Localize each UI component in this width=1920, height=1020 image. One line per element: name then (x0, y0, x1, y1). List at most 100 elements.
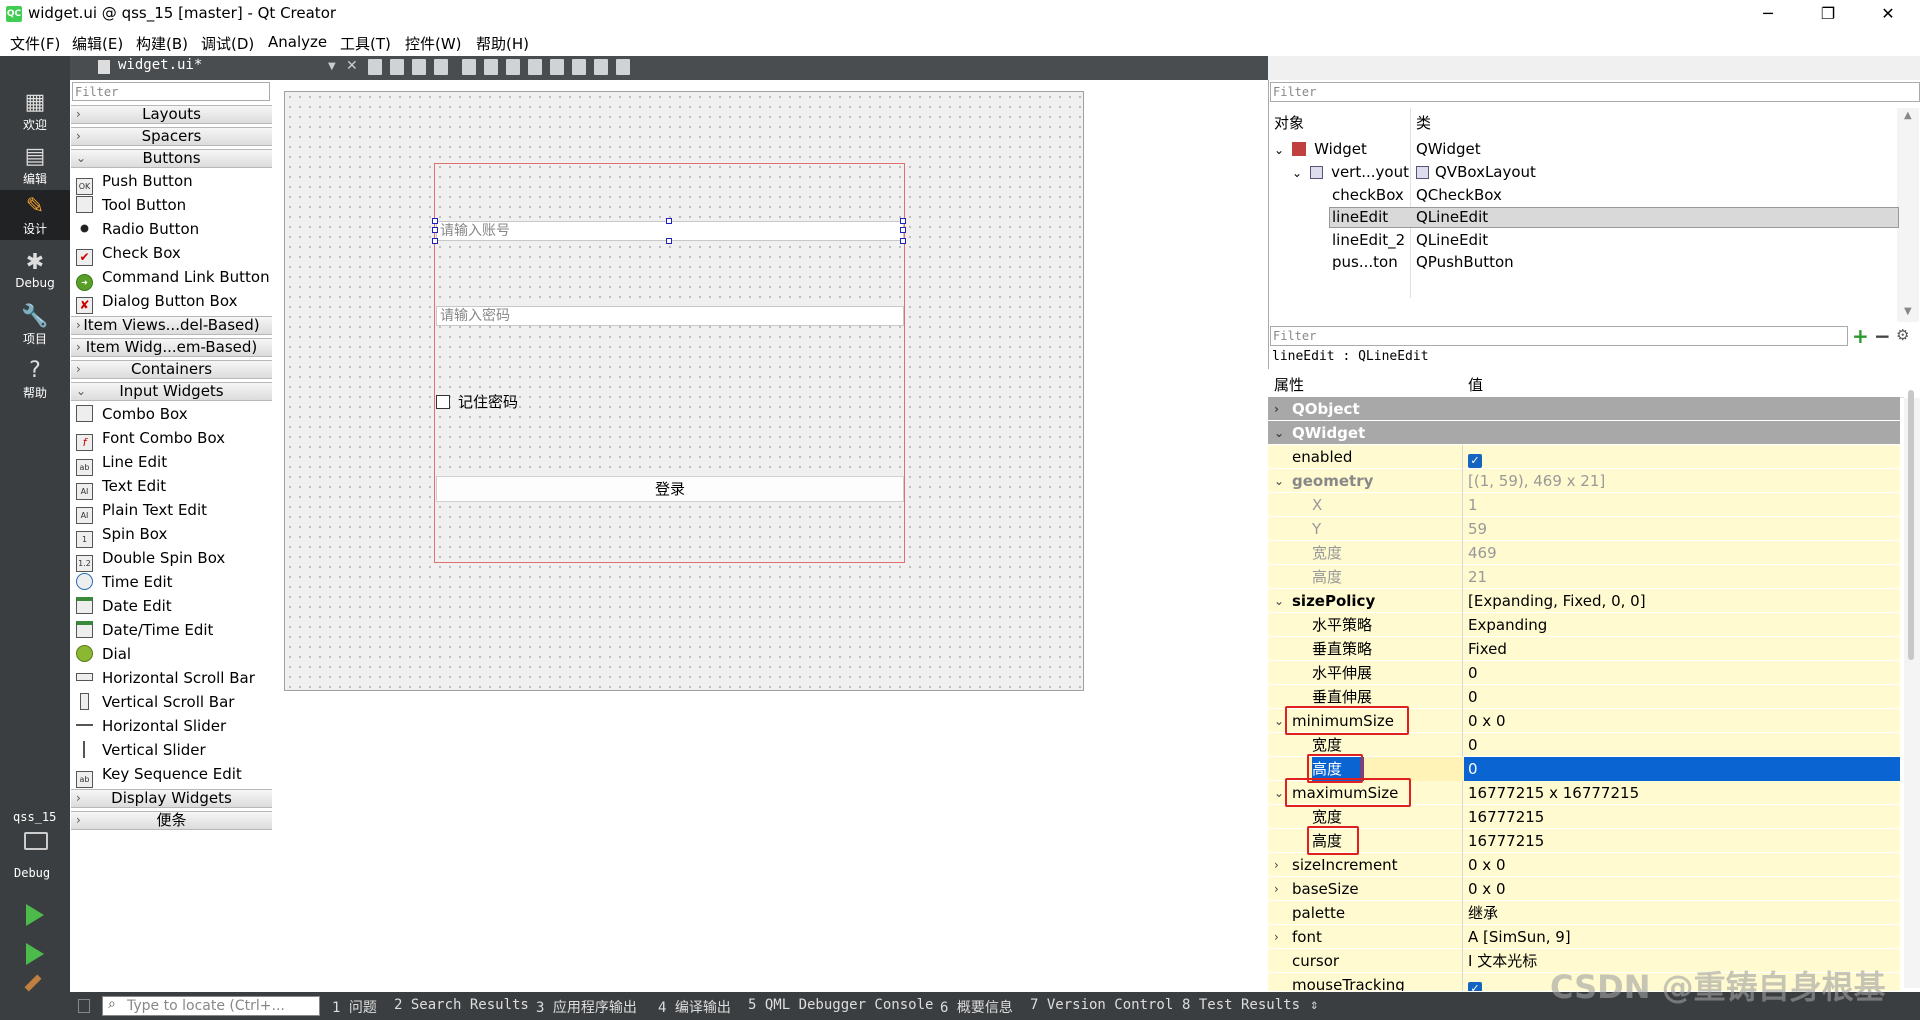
tree-row-lineedit[interactable]: lineEdit (1332, 206, 1388, 228)
property-row-sizepolicy[interactable]: ⌄ sizePolicy [Expanding, Fixed, 0, 0] (1268, 589, 1900, 613)
toggle-sidebar-icon[interactable] (78, 999, 90, 1013)
category-display-widgets[interactable]: › Display Widgets (71, 789, 272, 808)
widget-item-line-edit[interactable]: ab Line Edit (76, 451, 167, 476)
property-row-geometry-y[interactable]: Y 59 (1268, 517, 1900, 541)
break-layout-icon[interactable] (594, 59, 608, 75)
remove-property-icon[interactable]: − (1874, 324, 1891, 348)
output-tab-compile-output[interactable]: 4 编译输出 (658, 997, 731, 1017)
chevron-down-icon[interactable]: ▼ (328, 61, 336, 72)
mode-design[interactable]: ✎ 设计 (0, 190, 70, 240)
mousetracking-checkbox[interactable]: ✓ (1468, 982, 1482, 991)
property-group-qwidget[interactable]: ⌄ QWidget (1268, 421, 1900, 445)
tree-row-widget[interactable]: ⌄ Widget (1274, 138, 1367, 160)
column-header-value[interactable]: 值 (1468, 374, 1483, 395)
property-row-geometry-width[interactable]: 宽度 469 (1268, 541, 1900, 565)
property-row-hpolicy[interactable]: 水平策略 Expanding (1268, 613, 1900, 637)
enabled-checkbox[interactable]: ✓ (1468, 454, 1482, 468)
menu-build[interactable]: 构建(B) (136, 33, 188, 54)
output-tab-test-results[interactable]: 8 Test Results (1182, 997, 1300, 1013)
restore-button[interactable]: ❐ (1800, 0, 1856, 29)
run-icon[interactable] (26, 904, 44, 926)
property-row-geometry-height[interactable]: 高度 21 (1268, 565, 1900, 589)
object-inspector-filter-input[interactable]: Filter (1270, 82, 1920, 102)
property-filter-input[interactable]: Filter (1270, 326, 1848, 346)
selection-handle[interactable] (432, 238, 438, 244)
scrollbar-thumb[interactable] (1908, 390, 1914, 660)
category-item-widgets[interactable]: › Item Widg...em-Based) (71, 338, 272, 357)
add-property-icon[interactable]: + (1852, 324, 1869, 348)
property-row-minimumsize-width[interactable]: 宽度 0 (1268, 733, 1900, 757)
widget-item-vertical-slider[interactable]: Vertical Slider (76, 739, 206, 761)
menu-tools[interactable]: 工具(T) (340, 33, 391, 54)
layout-vertical-icon[interactable] (484, 59, 498, 75)
menu-edit[interactable]: 编辑(E) (72, 33, 123, 54)
property-group-qobject[interactable]: › QObject (1268, 397, 1900, 421)
selection-handle[interactable] (432, 227, 438, 233)
selection-handle[interactable] (900, 227, 906, 233)
widget-item-text-edit[interactable]: AI Text Edit (76, 475, 166, 500)
widget-item-command-link-button[interactable]: ➜ Command Link Button (76, 266, 270, 291)
selected-value-text[interactable]: 0 (1468, 757, 1478, 781)
tree-row-lineedit-2[interactable]: lineEdit_2 (1332, 229, 1405, 251)
menu-help[interactable]: 帮助(H) (476, 33, 529, 54)
layout-v-splitter-icon[interactable] (528, 59, 542, 75)
open-file-tab[interactable]: widget.ui* (118, 57, 202, 73)
property-row-enabled[interactable]: enabled ✓ (1268, 445, 1900, 469)
monitor-icon[interactable] (24, 832, 48, 850)
column-header-property[interactable]: 属性 (1274, 374, 1304, 395)
layout-grid-icon[interactable] (572, 59, 586, 75)
debug-run-icon[interactable] (26, 943, 44, 965)
widget-item-spin-box[interactable]: 1 Spin Box (76, 523, 167, 548)
close-button[interactable]: ✕ (1860, 0, 1916, 29)
property-row-font[interactable]: › font A [SimSun, 9] (1268, 925, 1900, 949)
menu-debug[interactable]: 调试(D) (201, 33, 254, 54)
adjust-size-icon[interactable] (616, 59, 630, 75)
selection-handle[interactable] (900, 238, 906, 244)
widget-item-date-edit[interactable]: Date Edit (76, 595, 172, 617)
edit-signals-icon[interactable] (390, 59, 404, 75)
widget-item-dialog-button-box[interactable]: ✘ Dialog Button Box (76, 290, 237, 314)
output-tab-version-control[interactable]: 7 Version Control (1030, 997, 1173, 1013)
edit-buddies-icon[interactable] (412, 59, 426, 75)
widget-item-double-spin-box[interactable]: 1.2 Double Spin Box (76, 547, 225, 572)
widget-item-vertical-scroll-bar[interactable]: Vertical Scroll Bar (76, 691, 234, 713)
configure-wrench-icon[interactable]: ⚙ (1896, 326, 1909, 344)
category-item-views[interactable]: › Item Views...del-Based) (71, 316, 272, 335)
widget-item-dial[interactable]: Dial (76, 643, 131, 665)
column-header-object[interactable]: 对象 (1274, 112, 1304, 133)
mode-welcome[interactable]: ▦ 欢迎 (0, 86, 70, 138)
mode-edit[interactable]: ▤ 编辑 (0, 140, 70, 192)
mode-projects[interactable]: 🔧 项目 (0, 300, 70, 352)
object-inspector-scrollbar[interactable] (1897, 108, 1919, 322)
property-row-maximumsize-height[interactable]: 高度 16777215 (1268, 829, 1900, 853)
tree-row-pushbutton[interactable]: pus...ton (1332, 251, 1398, 273)
menu-widgets[interactable]: 控件(W) (405, 33, 462, 54)
widget-item-key-sequence-edit[interactable]: ab Key Sequence Edit (76, 763, 242, 788)
locator-input[interactable]: Type to locate (Ctrl+... (102, 996, 320, 1016)
category-containers[interactable]: › Containers (71, 360, 272, 379)
widget-item-radio-button[interactable]: Radio Button (76, 218, 199, 240)
selection-handle[interactable] (900, 218, 906, 224)
edit-tab-order-icon[interactable] (434, 59, 448, 75)
tree-row-vertical-layout[interactable]: ⌄ vert...yout (1292, 161, 1409, 183)
menu-file[interactable]: 文件(F) (10, 33, 60, 54)
layout-horizontal-icon[interactable] (462, 59, 476, 75)
category-input-widgets[interactable]: ⌄ Input Widgets (71, 382, 272, 401)
edit-widgets-icon[interactable] (368, 59, 382, 75)
selection-handle[interactable] (666, 238, 672, 244)
property-row-geometry[interactable]: ⌄ geometry [(1, 59), 469 x 21] (1268, 469, 1900, 493)
column-header-class[interactable]: 类 (1416, 112, 1431, 133)
output-tab-issues[interactable]: 1 问题 (332, 997, 377, 1017)
property-row-basesize[interactable]: › baseSize 0 x 0 (1268, 877, 1900, 901)
widget-item-horizontal-scroll-bar[interactable]: Horizontal Scroll Bar (76, 667, 255, 689)
layout-form-icon[interactable] (550, 59, 564, 75)
widget-item-push-button[interactable]: OK Push Button (76, 170, 193, 195)
widget-item-check-box[interactable]: ✔ Check Box (76, 242, 181, 266)
category-layouts[interactable]: › Layouts (71, 105, 272, 124)
property-row-vpolicy[interactable]: 垂直策略 Fixed (1268, 637, 1900, 661)
widget-item-font-combo-box[interactable]: f Font Combo Box (76, 427, 225, 451)
widget-box-filter-input[interactable]: Filter (72, 82, 270, 101)
mode-help[interactable]: ? 帮助 (0, 354, 70, 406)
output-tab-qml-debugger[interactable]: 5 QML Debugger Console (748, 997, 933, 1013)
scroll-down-icon[interactable]: ▼ (1904, 306, 1912, 317)
